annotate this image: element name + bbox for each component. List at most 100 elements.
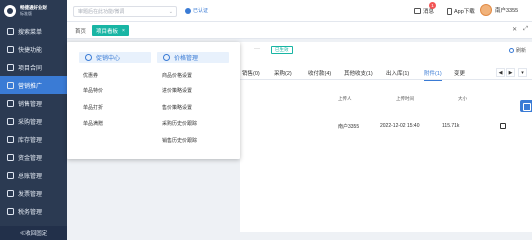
sidebar-item-tax[interactable]: 税务管理 — [0, 202, 67, 220]
sidebar-item-inventory[interactable]: 库存管理 — [0, 130, 67, 148]
menu-item-coupon[interactable]: 优惠券 — [83, 72, 98, 79]
ledger-icon — [7, 171, 14, 179]
section-title: 促销中心 — [96, 56, 121, 62]
sidebar-item-marketing[interactable]: 营销推广 — [0, 76, 67, 94]
close-icon[interactable]: ✕ — [512, 26, 517, 33]
sidebar-item-label: 库存管理 — [18, 137, 43, 144]
cart-icon — [7, 117, 14, 125]
tab-project-board[interactable]: 项目看板 × — [92, 25, 129, 36]
message-count-badge: 1 — [429, 2, 436, 9]
refresh-icon — [508, 48, 514, 53]
tax-icon — [7, 207, 14, 215]
menu-item-purchase-strategy[interactable]: 进价策略设置 — [162, 87, 192, 94]
sidebar-item-invoice[interactable]: 发票管理 — [0, 184, 67, 202]
app-download-button[interactable]: App下载 — [447, 7, 475, 15]
table-header: 上传人 上传时间 大小 — [240, 94, 532, 104]
column-size: 大小 — [458, 96, 467, 101]
tab-purchase[interactable]: 采购(2) — [274, 69, 292, 77]
sidebar-item-label: 税务管理 — [18, 209, 43, 216]
brand-logo-icon — [4, 5, 16, 17]
sidebar-item-project-contract[interactable]: 项目合同 — [0, 58, 67, 76]
sidebar-item-label: 搜索菜单 — [18, 29, 43, 36]
tab-stock-io[interactable]: 出入库(1) — [386, 69, 409, 77]
menu-item-discount[interactable]: 单品打折 — [83, 104, 103, 111]
more-tabs-icon[interactable]: ▾ — [518, 68, 527, 77]
sidebar-item-label: 总账管理 — [18, 173, 43, 180]
cell-upload-time: 2022-12-02 15:40 — [380, 123, 420, 129]
sidebar-item-sales[interactable]: 销售管理 — [0, 94, 67, 112]
user-name: 南户3355 — [495, 8, 519, 14]
price-management-header: 价格管理 — [157, 52, 229, 63]
floating-helper-icon[interactable] — [520, 100, 532, 112]
sidebar-item-label: 项目合同 — [18, 65, 43, 72]
verified-badge[interactable]: 已认证 — [185, 7, 208, 14]
sidebar-collapse-button[interactable]: ≪收回固定 — [0, 226, 67, 240]
tab-attachments[interactable]: 附件(1) — [424, 69, 442, 81]
brand[interactable]: 畅捷通好业财 标准版 — [0, 0, 67, 22]
promotion-icon — [85, 54, 92, 61]
verified-label: 已认证 — [193, 8, 209, 14]
scroll-right-icon[interactable]: ▶ — [506, 68, 515, 77]
sales-icon — [7, 99, 14, 107]
content-panel: ··· 已生效 刷新 销售(0) 采购(2) 收付款(4) 其他收支(1) 出入… — [240, 42, 532, 232]
tab-payments[interactable]: 收付款(4) — [308, 69, 331, 77]
megaphone-icon — [7, 81, 14, 89]
menu-item-price-setting[interactable]: 商品价格设置 — [162, 72, 192, 79]
message-icon — [414, 8, 421, 14]
invoice-icon — [7, 189, 14, 197]
column-upload-time: 上传时间 — [396, 96, 414, 101]
cell-size: 115.71k — [442, 123, 460, 129]
more-actions-button[interactable]: ··· — [254, 46, 260, 52]
download-icon[interactable] — [500, 123, 506, 129]
fullscreen-icon[interactable]: ⤢ — [523, 26, 528, 33]
search-icon — [7, 27, 14, 35]
chevron-down-icon: ⌄ — [168, 8, 173, 15]
menu-item-special-price[interactable]: 单品特价 — [83, 87, 103, 94]
menu-item-sale-strategy[interactable]: 售价策略设置 — [162, 104, 192, 111]
sidebar-item-label: 营销推广 — [18, 83, 43, 90]
section-title: 价格管理 — [174, 56, 199, 62]
search-input[interactable]: 审题后在此功能/微调 ⌄ — [73, 6, 177, 17]
contract-icon — [7, 63, 14, 71]
sidebar-item-label: 采购管理 — [18, 119, 43, 126]
tab-other-income[interactable]: 其他收支(1) — [344, 69, 373, 77]
promotion-center-header: 促销中心 — [79, 52, 151, 63]
app-download-label: App下载 — [454, 9, 475, 15]
user-menu[interactable]: 南户3355 — [480, 4, 518, 16]
sidebar-item-label: 资金管理 — [18, 155, 43, 162]
sidebar-item-ledger[interactable]: 总账管理 — [0, 166, 67, 184]
status-badge: 已生效 — [271, 46, 293, 54]
refresh-button[interactable]: 刷新 — [508, 47, 526, 54]
table-row[interactable]: 南户3355 2022-12-02 15:40 115.71k — [240, 120, 532, 134]
scroll-left-icon[interactable]: ◀ — [496, 68, 505, 77]
sidebar-item-label: 发票管理 — [18, 191, 43, 198]
box-icon — [7, 135, 14, 143]
money-icon — [7, 153, 14, 161]
column-uploader: 上传人 — [338, 96, 352, 101]
menu-item-purchase-history[interactable]: 采购历史价跟踪 — [162, 120, 197, 127]
refresh-label: 刷新 — [515, 48, 526, 54]
page-tabs: 首页 项目看板 × ✕ ⤢ — [67, 22, 532, 39]
top-header: 审题后在此功能/微调 ⌄ 已认证 消息 1 App下载 南户3355 — [67, 0, 532, 22]
shield-icon — [185, 7, 191, 14]
sidebar: 畅捷通好业财 标准版 搜索菜单 快捷功能 项目合同 营销推广 销售管理 采购管理… — [0, 0, 67, 240]
tab-label: 项目看板 — [96, 28, 119, 35]
tab-sales[interactable]: 销售(0) — [242, 69, 260, 77]
close-icon[interactable]: × — [122, 28, 125, 34]
tab-changes[interactable]: 变更 — [454, 69, 465, 77]
brand-sub: 标准版 — [20, 11, 32, 16]
search-placeholder: 审题后在此功能/微调 — [78, 9, 125, 15]
phone-icon — [447, 7, 452, 15]
menu-item-sales-history[interactable]: 销售历史价跟踪 — [162, 137, 197, 144]
sidebar-item-search-menu[interactable]: 搜索菜单 — [0, 22, 67, 40]
flash-icon — [7, 45, 14, 53]
marketing-dropdown-menu: 促销中心 价格管理 优惠券 单品特价 单品打折 单品满赠 商品价格设置 进价策略… — [67, 42, 240, 159]
detail-tabs: 销售(0) 采购(2) 收付款(4) 其他收支(1) 出入库(1) 附件(1) … — [240, 66, 532, 81]
sidebar-item-purchase[interactable]: 采购管理 — [0, 112, 67, 130]
sidebar-item-funds[interactable]: 资金管理 — [0, 148, 67, 166]
avatar — [480, 4, 492, 16]
cell-uploader: 南户3355 — [338, 124, 360, 130]
menu-item-gift[interactable]: 单品满赠 — [83, 120, 103, 127]
tab-home[interactable]: 首页 — [71, 25, 90, 36]
sidebar-item-shortcuts[interactable]: 快捷功能 — [0, 40, 67, 58]
